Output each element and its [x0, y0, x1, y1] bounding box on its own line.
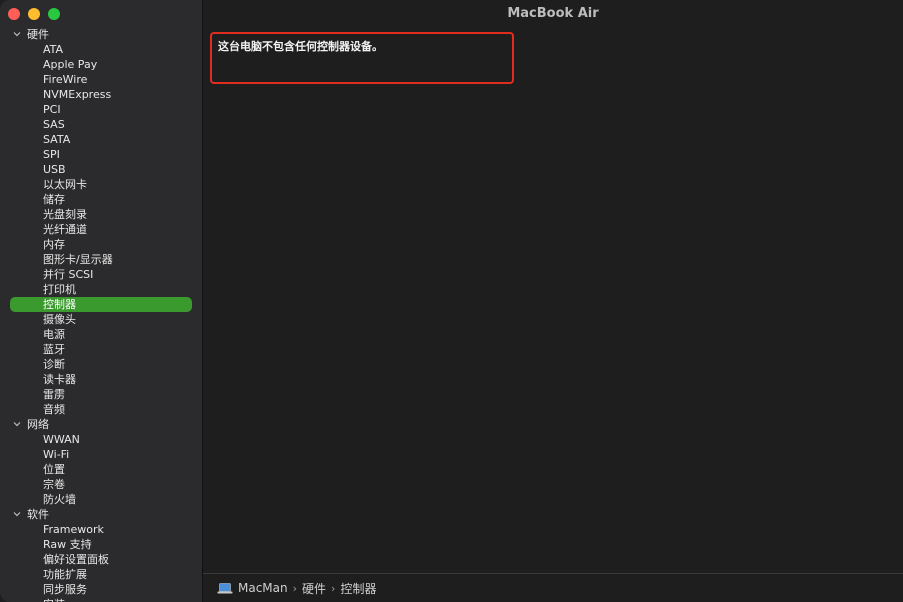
empty-message: 这台电脑不包含任何控制器设备。 — [218, 40, 383, 53]
sidebar-item-label: SATA — [43, 133, 71, 146]
sidebar-item[interactable]: 内存 — [0, 237, 202, 252]
chevron-down-icon[interactable] — [13, 510, 21, 518]
sidebar-item-label: 控制器 — [43, 298, 76, 311]
sidebar-item-label: 电源 — [43, 328, 65, 341]
sidebar-item-label: FireWire — [43, 73, 88, 86]
sidebar-item-label: 读卡器 — [43, 373, 76, 386]
sidebar-item-label: 位置 — [43, 463, 65, 476]
sidebar-item-label: NVMExpress — [43, 88, 112, 101]
sidebar-item-label: SPI — [43, 148, 60, 161]
zoom-button[interactable] — [48, 8, 60, 20]
sidebar-item[interactable]: 以太网卡 — [0, 177, 202, 192]
sidebar-group-label: 网络 — [27, 418, 49, 431]
sidebar-item-label: ATA — [43, 43, 64, 56]
system-information-window: 硬件 ATA Apple Pay FireWire NVMExpress PCI SAS SA… — [0, 0, 903, 602]
sidebar-item-label: 音频 — [43, 403, 65, 416]
sidebar-item[interactable]: 雷雳 — [0, 387, 202, 402]
sidebar-item[interactable]: Framework — [0, 522, 202, 537]
path-item-hardware[interactable]: 硬件 — [302, 580, 326, 597]
sidebar-group-label: 软件 — [27, 508, 49, 521]
sidebar-item-label: 宗卷 — [43, 478, 65, 491]
sidebar-item-label: 打印机 — [43, 283, 76, 296]
sidebar-item-label: Raw 支持 — [43, 538, 92, 551]
sidebar-item[interactable]: 防火墙 — [0, 492, 202, 507]
sidebar-item[interactable]: 宗卷 — [0, 477, 202, 492]
sidebar-item-label: 储存 — [43, 193, 65, 206]
sidebar-item[interactable]: 偏好设置面板 — [0, 552, 202, 567]
sidebar-item[interactable]: 摄像头 — [0, 312, 202, 327]
sidebar-item[interactable]: 打印机 — [0, 282, 202, 297]
sidebar-item-label: 摄像头 — [43, 313, 76, 326]
window-controls — [8, 8, 60, 20]
sidebar-group-label: 硬件 — [27, 28, 49, 41]
chevron-down-icon[interactable] — [13, 420, 21, 428]
sidebar-item[interactable]: NVMExpress — [0, 87, 202, 102]
sidebar-item[interactable]: 光盘刻录 — [0, 207, 202, 222]
sidebar-item-label: 诊断 — [43, 358, 65, 371]
sidebar-item-label: USB — [43, 163, 66, 176]
sidebar-item-label: Apple Pay — [43, 58, 98, 71]
close-button[interactable] — [8, 8, 20, 20]
sidebar-item[interactable]: USB — [0, 162, 202, 177]
sidebar-item[interactable]: 储存 — [0, 192, 202, 207]
detail-pane: 这台电脑不包含任何控制器设备。 — [203, 28, 903, 574]
sidebar-item[interactable]: 控制器 — [0, 297, 202, 312]
path-item-computer[interactable]: MacMan — [238, 581, 288, 595]
sidebar: 硬件 ATA Apple Pay FireWire NVMExpress PCI SAS SA… — [0, 0, 203, 602]
sidebar-item[interactable]: SAS — [0, 117, 202, 132]
sidebar-item-label: 蓝牙 — [43, 343, 65, 356]
sidebar-item[interactable]: 音频 — [0, 402, 202, 417]
sidebar-item[interactable]: 光纤通道 — [0, 222, 202, 237]
sidebar-item-label: Framework — [43, 523, 104, 536]
sidebar-item-label: 功能扩展 — [43, 568, 87, 581]
sidebar-group[interactable]: 硬件 — [0, 27, 202, 42]
sidebar-item[interactable]: 图形卡/显示器 — [0, 252, 202, 267]
path-separator: › — [292, 581, 298, 595]
sidebar-item-label: PCI — [43, 103, 61, 116]
sidebar-item[interactable]: 蓝牙 — [0, 342, 202, 357]
sidebar-item[interactable]: Apple Pay — [0, 57, 202, 72]
sidebar-item[interactable]: SATA — [0, 132, 202, 147]
minimize-button[interactable] — [28, 8, 40, 20]
sidebar-item[interactable]: 诊断 — [0, 357, 202, 372]
sidebar-item-label: 雷雳 — [43, 388, 65, 401]
sidebar-item[interactable]: WWAN — [0, 432, 202, 447]
sidebar-item-label: 图形卡/显示器 — [43, 253, 113, 266]
sidebar-item[interactable]: 功能扩展 — [0, 567, 202, 582]
sidebar-item[interactable]: Wi-Fi — [0, 447, 202, 462]
sidebar-item-label: 光纤通道 — [43, 223, 87, 236]
sidebar-item[interactable]: Raw 支持 — [0, 537, 202, 552]
sidebar-item[interactable]: ATA — [0, 42, 202, 57]
sidebar-item-label: WWAN — [43, 433, 80, 446]
sidebar-item[interactable]: 位置 — [0, 462, 202, 477]
sidebar-item[interactable]: FireWire — [0, 72, 202, 87]
sidebar-item-label: Wi-Fi — [43, 448, 70, 461]
sidebar-item-label: 安装 — [43, 598, 65, 602]
sidebar-item[interactable]: 并行 SCSI — [0, 267, 202, 282]
sidebar-item[interactable]: PCI — [0, 102, 202, 117]
chevron-down-icon[interactable] — [13, 30, 21, 38]
sidebar-item-label: 以太网卡 — [43, 178, 87, 191]
sidebar-item[interactable]: 读卡器 — [0, 372, 202, 387]
window-title: MacBook Air — [507, 6, 599, 21]
sidebar-item-label: 同步服务 — [43, 583, 87, 596]
sidebar-tree: 硬件 ATA Apple Pay FireWire NVMExpress PCI SAS SA… — [0, 27, 202, 602]
sidebar-item-label: 光盘刻录 — [43, 208, 87, 221]
sidebar-item-label: 并行 SCSI — [43, 268, 94, 281]
sidebar-group[interactable]: 网络 — [0, 417, 202, 432]
path-item-controller[interactable]: 控制器 — [340, 580, 376, 597]
sidebar-item-label: 内存 — [43, 238, 65, 251]
path-bar: MacMan › 硬件 › 控制器 — [203, 573, 903, 602]
sidebar-item[interactable]: 电源 — [0, 327, 202, 342]
sidebar-item-label: SAS — [43, 118, 65, 131]
sidebar-item[interactable]: 同步服务 — [0, 582, 202, 597]
sidebar-item-label: 偏好设置面板 — [43, 553, 109, 566]
sidebar-item[interactable]: 安装 — [0, 597, 202, 602]
sidebar-item-label: 防火墙 — [43, 493, 76, 506]
laptop-icon — [217, 582, 233, 593]
sidebar-item[interactable]: SPI — [0, 147, 202, 162]
sidebar-group[interactable]: 软件 — [0, 507, 202, 522]
path-separator: › — [331, 581, 336, 595]
